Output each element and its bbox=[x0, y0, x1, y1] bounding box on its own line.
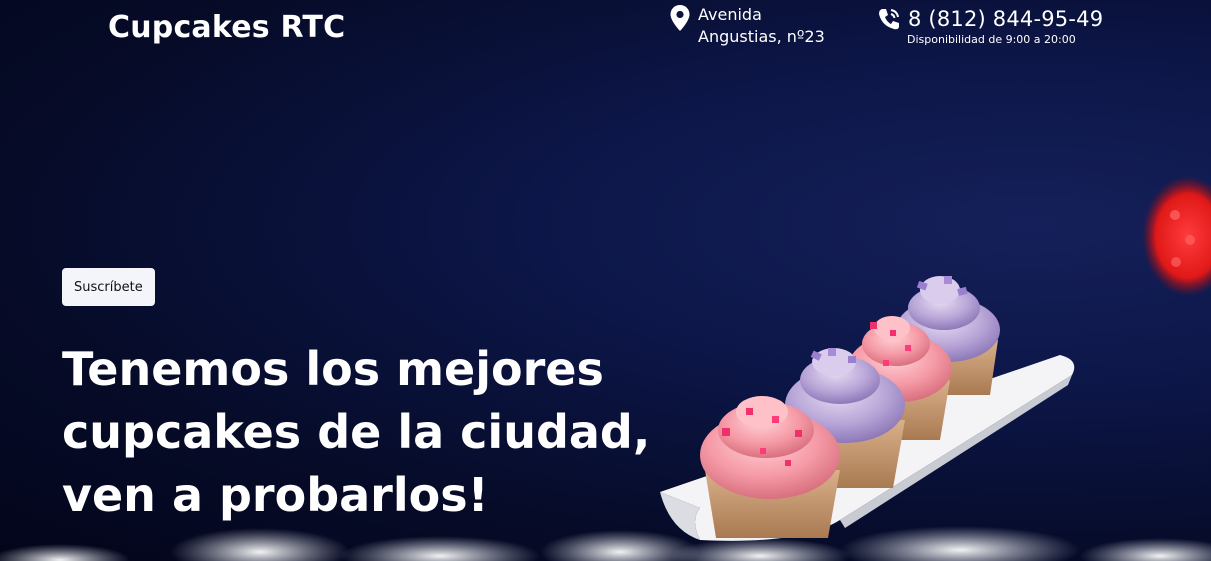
clouds-decoration bbox=[0, 526, 1211, 561]
phone-icon bbox=[879, 9, 899, 30]
raspberry-decoration bbox=[1142, 176, 1211, 296]
headline-line-2: cupcakes de la ciudad, bbox=[62, 405, 651, 459]
hero-headline: Tenemos los mejores cupcakes de la ciuda… bbox=[62, 338, 682, 527]
address-line-1: Avenida bbox=[698, 5, 762, 24]
headline-line-3: ven a probarlos! bbox=[62, 468, 489, 522]
address-block: Avenida Angustias, nº23 bbox=[670, 4, 825, 48]
address-line-2: Angustias, nº23 bbox=[698, 27, 825, 46]
brand-logo[interactable]: Cupcakes RTC bbox=[108, 10, 345, 45]
subscribe-button[interactable]: Suscríbete bbox=[62, 268, 155, 306]
phone-block: 8 (812) 844-95-49 Disponibilidad de 9:00… bbox=[876, 6, 1103, 46]
address-text: Avenida Angustias, nº23 bbox=[698, 4, 825, 48]
opening-hours: Disponibilidad de 9:00 a 20:00 bbox=[907, 33, 1076, 46]
phone-number-link[interactable]: 8 (812) 844-95-49 bbox=[908, 7, 1103, 31]
headline-line-1: Tenemos los mejores bbox=[62, 342, 604, 396]
map-pin-icon bbox=[670, 5, 690, 31]
